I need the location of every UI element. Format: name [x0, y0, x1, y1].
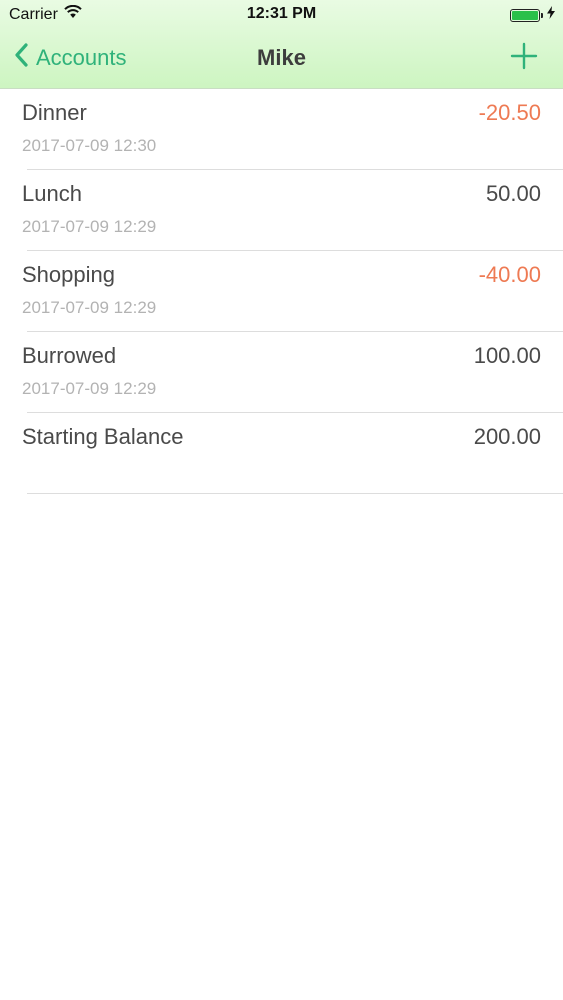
transaction-amount: 200.00: [473, 424, 541, 449]
charging-bolt-icon: [547, 6, 555, 24]
status-bar: Carrier 12:31 PM: [0, 0, 563, 30]
transaction-row-dinner[interactable]: Dinner 2017-07-09 12:30 -20.50: [0, 89, 563, 170]
transaction-row-shopping[interactable]: Shopping 2017-07-09 12:29 -40.00: [0, 251, 563, 332]
page-title: Mike: [257, 45, 306, 70]
transaction-title: Starting Balance: [22, 424, 184, 449]
transaction-title: Burrowed: [22, 343, 117, 368]
transaction-amount: -20.50: [478, 100, 541, 125]
transaction-list: Dinner 2017-07-09 12:30 -20.50 Lunch 201…: [0, 89, 563, 494]
header-background: Carrier 12:31 PM Accounts Mike: [0, 0, 563, 89]
battery-tip: [541, 12, 543, 18]
transaction-title: Lunch: [22, 181, 82, 206]
transaction-title: Shopping: [22, 262, 115, 287]
status-right: [510, 6, 555, 24]
transaction-amount: 50.00: [485, 181, 541, 206]
transaction-row-lunch[interactable]: Lunch 2017-07-09 12:29 50.00: [0, 170, 563, 251]
navigation-bar: Accounts Mike: [0, 30, 563, 88]
transaction-date: 2017-07-09 12:30: [22, 136, 157, 155]
battery-icon: [510, 8, 540, 22]
transaction-date: 2017-07-09 12:29: [22, 217, 157, 236]
transaction-amount: 100.00: [473, 343, 541, 368]
transaction-row-burrowed[interactable]: Burrowed 2017-07-09 12:29 100.00: [0, 332, 563, 413]
transaction-amount: -40.00: [478, 262, 541, 287]
transaction-date: 2017-07-09 12:29: [22, 298, 157, 317]
transaction-row-starting-balance[interactable]: Starting Balance 200.00: [0, 413, 563, 494]
add-transaction-button[interactable]: [509, 41, 539, 71]
battery-fill: [512, 10, 538, 20]
transaction-date: 2017-07-09 12:29: [22, 379, 157, 398]
transaction-title: Dinner: [22, 100, 87, 125]
status-time: 12:31 PM: [246, 5, 317, 22]
plus-icon: [509, 42, 539, 75]
